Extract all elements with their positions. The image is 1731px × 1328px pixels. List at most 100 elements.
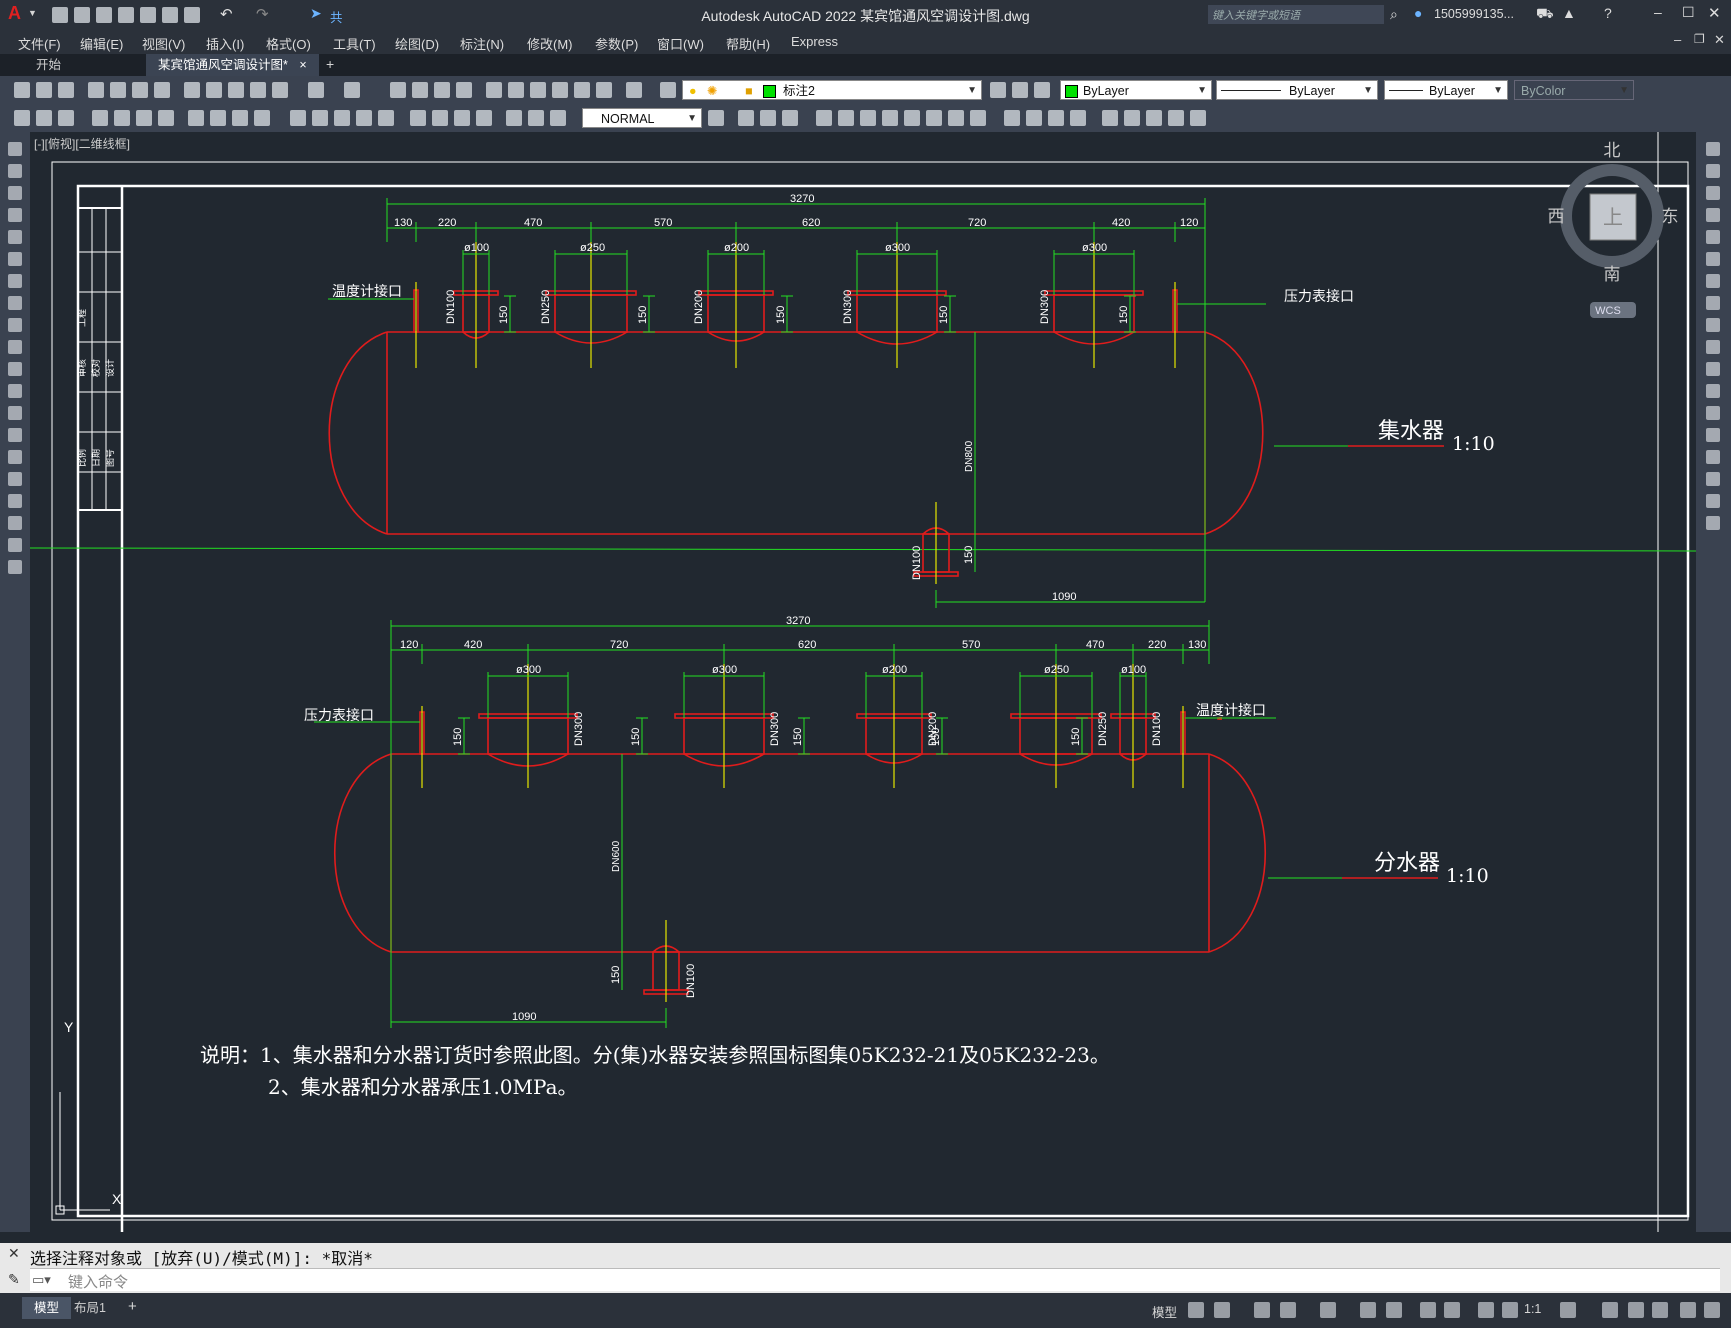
save-icon[interactable] [58,82,74,98]
clean-screen-icon[interactable] [1680,1302,1696,1318]
tolerance-icon[interactable] [410,110,426,126]
chamfer-icon[interactable] [1706,450,1720,464]
mirror-icon[interactable] [926,110,942,126]
tab-document[interactable]: 某宾馆通风空调设计图* × [146,54,319,76]
search-icon[interactable]: ⌕ [1390,6,1398,23]
blend-icon[interactable] [1706,494,1720,508]
zoom-window-icon[interactable] [434,82,450,98]
point-icon[interactable] [8,428,22,442]
extend-icon[interactable] [1070,110,1086,126]
block-editor-icon[interactable] [272,82,288,98]
menu-help[interactable]: 帮助(H) [726,34,770,53]
region-icon[interactable] [8,494,22,508]
add-selected-icon[interactable] [8,560,22,574]
viewcube[interactable]: 上 北 南 西 东 WCS [1548,141,1679,318]
mirror-icon[interactable] [1706,186,1720,200]
dim-ordinate-icon[interactable] [158,110,174,126]
color-dropdown[interactable]: ByLayer ▼ [1060,80,1212,100]
layer-previous-icon[interactable] [1012,82,1028,98]
quick-dim-icon[interactable] [290,110,306,126]
explode-icon[interactable] [1026,110,1042,126]
polyline-icon[interactable] [8,186,22,200]
undo-icon[interactable] [308,82,324,98]
dim-arc-icon[interactable] [136,110,152,126]
3d-print-icon[interactable] [154,82,170,98]
workspace-settings-icon[interactable] [58,110,74,126]
copy-obj-icon[interactable] [838,110,854,126]
menu-modify[interactable]: 修改(M) [527,34,573,53]
copy-icon[interactable] [1706,164,1720,178]
dim-radius-icon[interactable] [188,110,204,126]
dim-diameter-icon[interactable] [232,110,248,126]
command-input[interactable]: 键入命令 [68,1271,128,1292]
drawing-canvas[interactable]: [-][俯视][二维线框] 工程 审核 校对 设计 比例 日期 图号 3270 … [30,132,1696,1232]
center-mark-icon[interactable] [432,110,448,126]
workspace-save-icon[interactable] [36,110,52,126]
lineweight-icon[interactable] [1420,1302,1436,1318]
menu-format[interactable]: 格式(O) [266,34,311,53]
hatch-icon[interactable] [1146,110,1162,126]
menu-insert[interactable]: 插入(I) [206,34,244,53]
array-icon[interactable] [1706,230,1720,244]
dim-continue-icon[interactable] [334,110,350,126]
quick-properties-icon[interactable] [1652,1302,1668,1318]
plotstyle-dropdown[interactable]: ByColor ▼ [1514,80,1634,100]
search-input[interactable]: 键入关键字或短语 [1212,7,1300,23]
dim-break-icon[interactable] [378,110,394,126]
command-input-box[interactable]: ▭▾ 键入命令 [30,1268,1720,1291]
move-icon[interactable] [1706,252,1720,266]
pan-icon[interactable] [390,82,406,98]
lineweight-dropdown[interactable]: ByLayer ▼ [1384,80,1508,100]
minimize-icon[interactable]: – [1654,4,1662,20]
dim-baseline-icon[interactable] [312,110,328,126]
search-box[interactable]: 键入关键字或短语 [1208,5,1384,24]
offset-icon[interactable] [970,110,986,126]
trim-icon[interactable] [1048,110,1064,126]
view-icon-1[interactable] [738,110,754,126]
menu-dimension[interactable]: 标注(N) [460,34,504,53]
scale-icon[interactable] [904,110,920,126]
open-icon[interactable] [36,82,52,98]
gradient-icon[interactable] [1168,110,1184,126]
maximize-icon[interactable]: ☐ [1682,4,1695,21]
dim-aligned-icon[interactable] [114,110,130,126]
autodesk-app-icon[interactable]: ▲ [1562,5,1576,21]
ellipse-icon[interactable] [8,340,22,354]
cut-icon[interactable] [184,82,200,98]
isodraft-icon[interactable] [1320,1302,1336,1318]
command-recent-icon[interactable]: ▭▾ [32,1272,51,1288]
units-icon[interactable] [1628,1302,1644,1318]
model-space-button[interactable]: 模型 [1152,1302,1177,1321]
tab-close-icon[interactable]: × [299,58,306,72]
viewport-label[interactable]: [-][俯视][二维线框] [34,136,130,151]
stretch-icon[interactable] [1706,318,1720,332]
collector-vessel[interactable] [328,289,1264,577]
copy-icon[interactable] [206,82,222,98]
customization-icon[interactable] [1704,1302,1720,1318]
dim-text-edit-icon[interactable] [528,110,544,126]
arc-icon[interactable] [8,252,22,266]
grid-icon[interactable] [1188,1302,1204,1318]
cart-icon[interactable]: ⛟ [1536,5,1554,24]
hatch-icon[interactable] [8,450,22,464]
dim-update-icon[interactable] [550,110,566,126]
doc-minimize-icon[interactable]: – [1674,32,1681,47]
menu-window[interactable]: 窗口(W) [657,34,704,53]
gradient-icon[interactable] [8,472,22,486]
explode-icon[interactable] [1706,516,1720,530]
markup-icon[interactable] [574,82,590,98]
make-block-icon[interactable] [1124,110,1140,126]
mtext-icon[interactable] [8,538,22,552]
close-icon[interactable]: ✕ [1708,4,1721,22]
tab-start[interactable]: 开始 [24,54,73,76]
construction-line-icon[interactable] [8,164,22,178]
extend-icon[interactable] [1706,362,1720,376]
calculator-icon[interactable] [596,82,612,98]
properties-icon[interactable] [486,82,502,98]
viewcube-west[interactable]: 西 [1548,207,1565,226]
rotate-icon[interactable] [882,110,898,126]
qnew-icon[interactable] [14,82,30,98]
jogged-linear-icon[interactable] [476,110,492,126]
dim-edit-icon[interactable] [506,110,522,126]
array-icon[interactable] [948,110,964,126]
